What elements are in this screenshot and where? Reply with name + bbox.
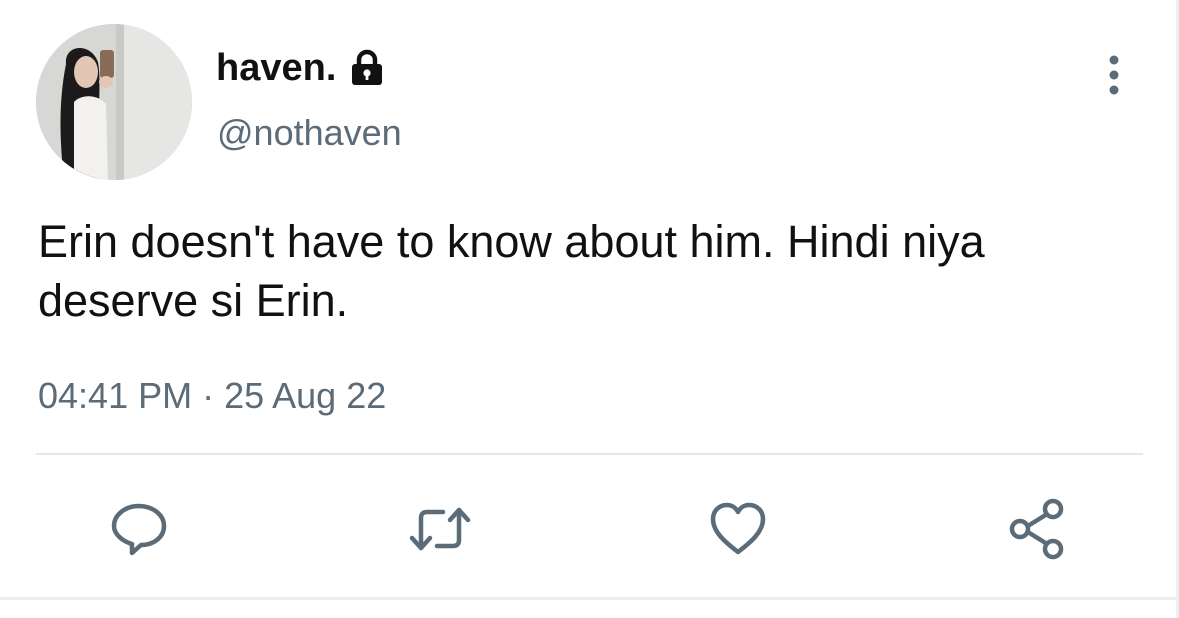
avatar[interactable]	[36, 24, 192, 180]
like-button[interactable]	[703, 494, 773, 564]
retweet-icon	[409, 507, 471, 551]
lock-icon	[352, 49, 383, 85]
tweet-text: Erin doesn't have to know about him. Hin…	[38, 216, 985, 326]
display-name-text: haven.	[216, 47, 337, 89]
speech-bubble-icon	[111, 503, 167, 556]
more-options-icon[interactable]	[1096, 52, 1132, 102]
user-handle[interactable]: @nothaven	[217, 110, 402, 156]
retweet-button[interactable]	[405, 494, 475, 564]
action-bar	[0, 494, 1179, 564]
display-name[interactable]: haven.	[216, 44, 386, 92]
tweet-timestamp[interactable]: 04:41 PM · 25 Aug 22	[38, 372, 386, 420]
profile-photo-icon	[36, 24, 192, 180]
heart-icon	[710, 502, 766, 555]
tweet-card: haven. @nothaven Erin doesn't have to kn…	[0, 0, 1179, 618]
bottom-divider	[0, 597, 1179, 600]
share-button[interactable]	[1003, 494, 1073, 564]
reply-button[interactable]	[104, 494, 174, 564]
share-icon	[1009, 498, 1064, 560]
divider	[36, 453, 1143, 455]
